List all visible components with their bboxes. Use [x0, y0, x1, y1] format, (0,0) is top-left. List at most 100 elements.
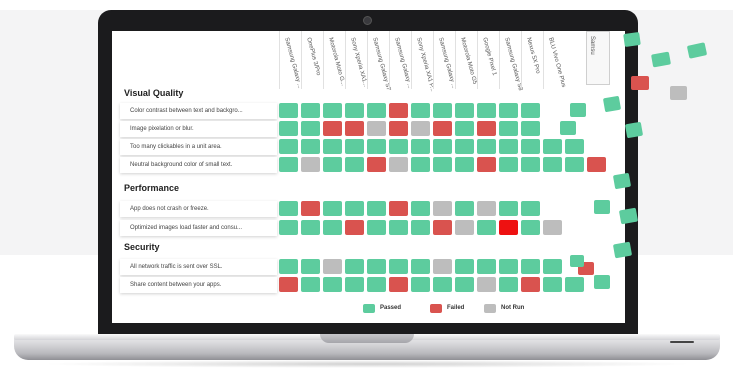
result-cell[interactable]: [565, 157, 584, 172]
result-cell[interactable]: [389, 259, 408, 274]
result-cell[interactable]: [411, 157, 430, 172]
result-cell[interactable]: [455, 220, 474, 235]
result-cell[interactable]: [411, 121, 430, 136]
result-cell[interactable]: [411, 277, 430, 292]
result-cell[interactable]: [389, 220, 408, 235]
result-cell[interactable]: [279, 103, 298, 118]
result-cell[interactable]: [367, 277, 386, 292]
result-cell[interactable]: [565, 139, 584, 154]
result-cell[interactable]: [411, 201, 430, 216]
device-header-tab[interactable]: Samsu: [586, 31, 610, 85]
result-cell[interactable]: [345, 220, 364, 235]
result-cell[interactable]: [301, 259, 320, 274]
result-cell[interactable]: [323, 259, 342, 274]
test-label[interactable]: All network traffic is sent over SSL.: [120, 259, 277, 275]
test-label[interactable]: Optimized images load faster and consu..…: [120, 220, 277, 236]
result-cell[interactable]: [301, 220, 320, 235]
result-cell[interactable]: [323, 277, 342, 292]
result-cell[interactable]: [279, 220, 298, 235]
result-cell[interactable]: [433, 121, 452, 136]
result-cell[interactable]: [433, 139, 452, 154]
result-cell[interactable]: [499, 259, 518, 274]
test-label[interactable]: Neutral background color of small text.: [120, 157, 277, 173]
result-cell[interactable]: [455, 157, 474, 172]
result-cell[interactable]: [477, 121, 496, 136]
result-cell[interactable]: [279, 139, 298, 154]
result-cell[interactable]: [455, 103, 474, 118]
result-cell[interactable]: [477, 220, 496, 235]
result-cell[interactable]: [433, 103, 452, 118]
result-cell[interactable]: [345, 277, 364, 292]
result-cell[interactable]: [543, 259, 562, 274]
result-cell[interactable]: [367, 157, 386, 172]
result-cell[interactable]: [587, 157, 606, 172]
result-cell[interactable]: [499, 277, 518, 292]
result-cell[interactable]: [477, 277, 496, 292]
result-cell[interactable]: [389, 139, 408, 154]
result-cell[interactable]: [455, 277, 474, 292]
result-cell[interactable]: [521, 121, 540, 136]
result-cell[interactable]: [455, 201, 474, 216]
test-label[interactable]: App does not crash or freeze.: [120, 201, 277, 217]
result-cell[interactable]: [543, 220, 562, 235]
result-cell[interactable]: [279, 259, 298, 274]
result-cell[interactable]: [477, 139, 496, 154]
result-cell[interactable]: [323, 157, 342, 172]
result-cell[interactable]: [367, 121, 386, 136]
result-cell[interactable]: [521, 157, 540, 172]
result-cell[interactable]: [323, 201, 342, 216]
result-cell[interactable]: [345, 103, 364, 118]
result-cell[interactable]: [323, 103, 342, 118]
result-cell[interactable]: [499, 220, 518, 235]
result-cell[interactable]: [433, 259, 452, 274]
result-cell[interactable]: [411, 259, 430, 274]
result-cell[interactable]: [499, 201, 518, 216]
result-cell[interactable]: [521, 220, 540, 235]
result-cell[interactable]: [367, 220, 386, 235]
result-cell[interactable]: [367, 259, 386, 274]
result-cell[interactable]: [279, 277, 298, 292]
result-cell[interactable]: [389, 103, 408, 118]
result-cell[interactable]: [521, 103, 540, 118]
result-cell[interactable]: [499, 157, 518, 172]
result-cell[interactable]: [345, 157, 364, 172]
result-cell[interactable]: [433, 277, 452, 292]
result-cell[interactable]: [301, 103, 320, 118]
result-cell[interactable]: [389, 121, 408, 136]
result-cell[interactable]: [455, 121, 474, 136]
result-cell[interactable]: [411, 103, 430, 118]
result-cell[interactable]: [521, 201, 540, 216]
result-cell[interactable]: [389, 157, 408, 172]
result-cell[interactable]: [499, 139, 518, 154]
result-cell[interactable]: [389, 277, 408, 292]
result-cell[interactable]: [433, 220, 452, 235]
result-cell[interactable]: [543, 157, 562, 172]
result-cell[interactable]: [499, 103, 518, 118]
result-cell[interactable]: [477, 259, 496, 274]
test-label[interactable]: Image pixelation or blur.: [120, 121, 277, 137]
result-cell[interactable]: [345, 259, 364, 274]
result-cell[interactable]: [345, 139, 364, 154]
test-label[interactable]: Too many clickables in a unit area.: [120, 139, 277, 155]
result-cell[interactable]: [389, 201, 408, 216]
result-cell[interactable]: [521, 277, 540, 292]
result-cell[interactable]: [367, 103, 386, 118]
result-cell[interactable]: [345, 121, 364, 136]
result-cell[interactable]: [323, 220, 342, 235]
result-cell[interactable]: [367, 139, 386, 154]
result-cell[interactable]: [411, 139, 430, 154]
result-cell[interactable]: [521, 259, 540, 274]
result-cell[interactable]: [433, 201, 452, 216]
result-cell[interactable]: [565, 277, 584, 292]
result-cell[interactable]: [455, 259, 474, 274]
result-cell[interactable]: [499, 121, 518, 136]
result-cell[interactable]: [477, 103, 496, 118]
result-cell[interactable]: [301, 157, 320, 172]
result-cell[interactable]: [543, 139, 562, 154]
result-cell[interactable]: [279, 201, 298, 216]
result-cell[interactable]: [279, 157, 298, 172]
result-cell[interactable]: [433, 157, 452, 172]
result-cell[interactable]: [521, 139, 540, 154]
result-cell[interactable]: [543, 277, 562, 292]
result-cell[interactable]: [477, 201, 496, 216]
